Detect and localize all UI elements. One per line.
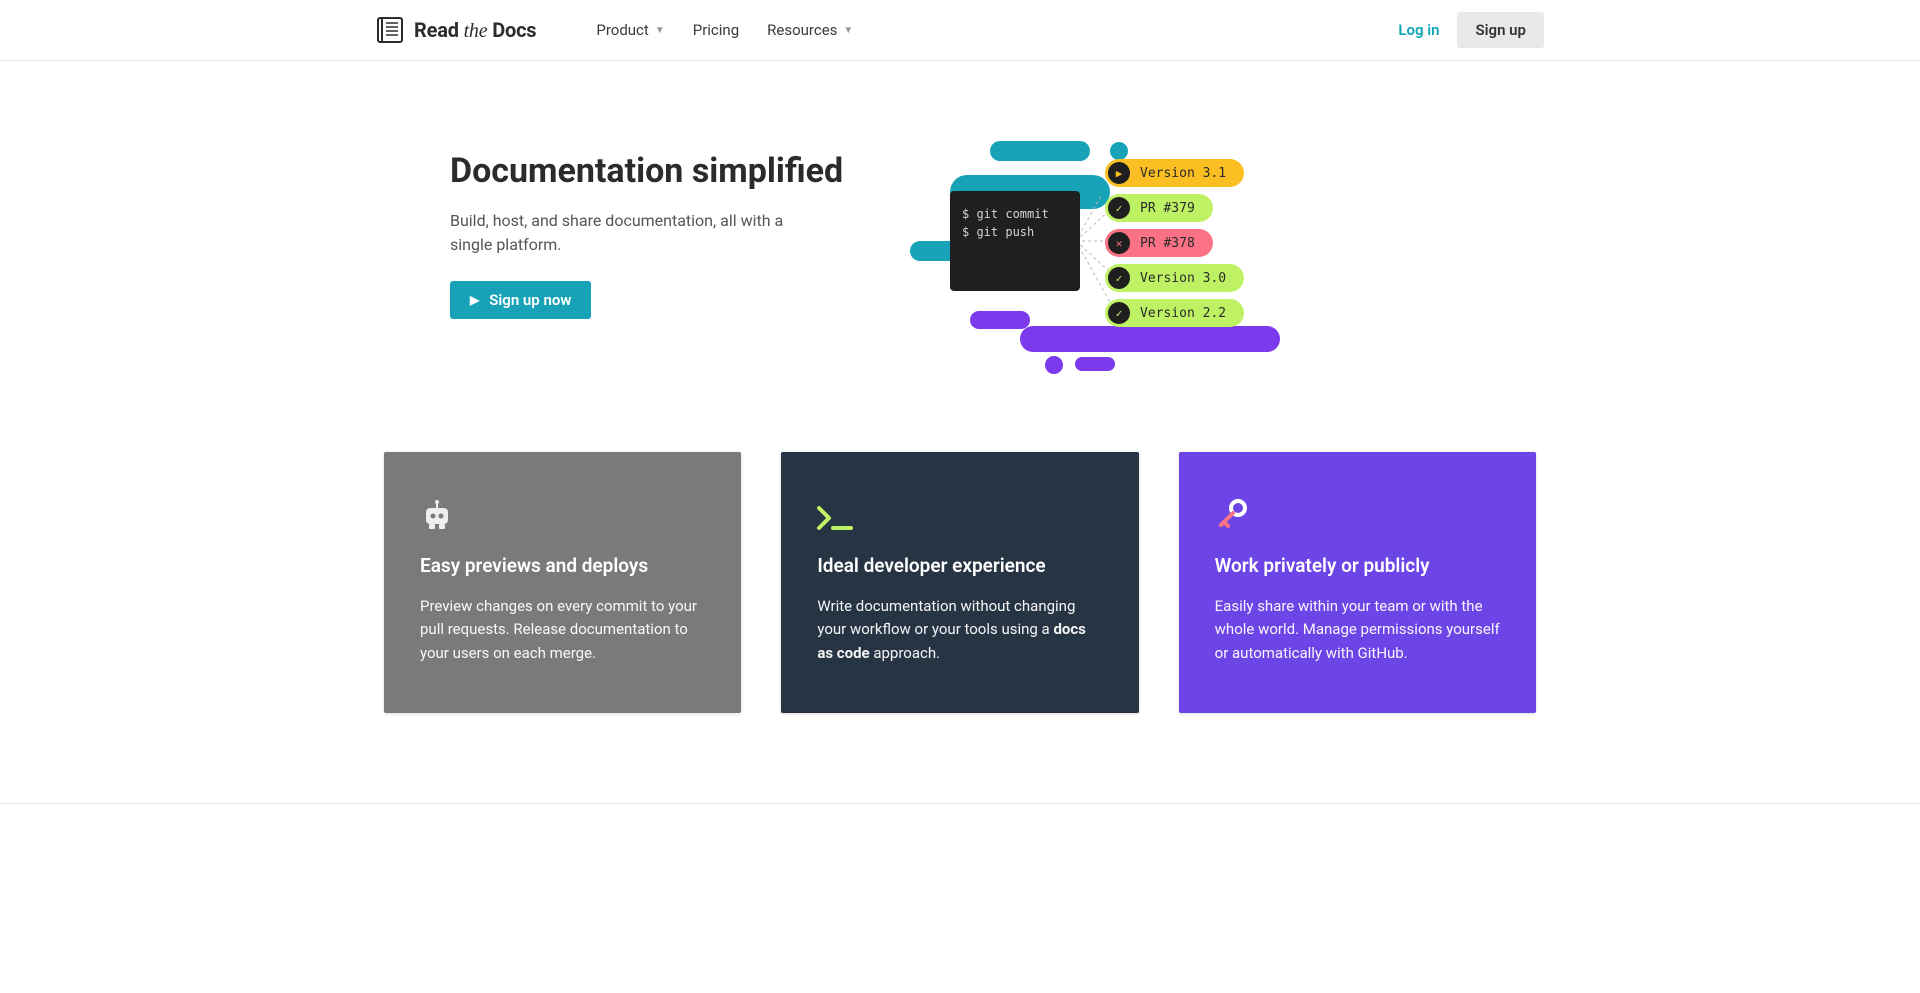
feature-title: Ideal developer experience xyxy=(817,554,1102,577)
feature-body: Write documentation without changing you… xyxy=(817,595,1102,665)
terminal-line: $ git push xyxy=(962,223,1068,241)
nav-resources-label: Resources xyxy=(767,21,837,39)
signup-button[interactable]: Sign up xyxy=(1457,12,1544,48)
hero-section: Documentation simplified Build, host, an… xyxy=(360,61,1560,451)
version-pill: ✓ Version 3.0 xyxy=(1105,264,1244,292)
book-icon xyxy=(376,17,404,43)
robot-icon xyxy=(420,496,705,532)
pill-label: Version 3.0 xyxy=(1140,271,1226,286)
section-divider xyxy=(0,803,1920,804)
chevron-down-icon: ▼ xyxy=(655,25,665,36)
terminal-snippet: $ git commit $ git push xyxy=(950,191,1080,291)
terminal-line: $ git commit xyxy=(962,205,1068,223)
top-navigation: Read the Docs Product ▼ Pricing Resource… xyxy=(0,0,1920,61)
feature-card-previews: Easy previews and deploys Preview change… xyxy=(384,452,741,713)
hero-illustration: $ git commit $ git push ▶ Version 3.1 ✓ PR … xyxy=(910,151,1544,381)
nav-product-label: Product xyxy=(596,21,648,39)
check-icon: ✓ xyxy=(1108,197,1130,219)
play-icon: ▶ xyxy=(470,293,479,307)
nav-pricing[interactable]: Pricing xyxy=(693,21,739,39)
version-pill: ▶ Version 3.1 xyxy=(1105,159,1244,187)
hero-subtitle: Build, host, and share documentation, al… xyxy=(450,209,790,257)
login-link[interactable]: Log in xyxy=(1398,21,1439,39)
prompt-icon xyxy=(817,496,1102,532)
hero-title: Documentation simplified xyxy=(450,151,870,191)
features-section: Easy previews and deploys Preview change… xyxy=(0,451,1920,773)
feature-body: Preview changes on every commit to your … xyxy=(420,595,705,665)
pill-label: Version 3.1 xyxy=(1140,166,1226,181)
check-icon: ✓ xyxy=(1108,267,1130,289)
pill-label: PR #379 xyxy=(1140,201,1195,216)
nav-pricing-label: Pricing xyxy=(693,21,739,39)
check-icon: ✓ xyxy=(1108,302,1130,324)
primary-nav: Product ▼ Pricing Resources ▼ xyxy=(596,21,853,39)
feature-body: Easily share within your team or with th… xyxy=(1215,595,1500,665)
pill-label: PR #378 xyxy=(1140,236,1195,251)
play-icon: ▶ xyxy=(1108,162,1130,184)
x-icon: ✕ xyxy=(1108,232,1130,254)
nav-product[interactable]: Product ▼ xyxy=(596,21,664,39)
version-pill: ✓ Version 2.2 xyxy=(1105,299,1244,327)
brand-logo[interactable]: Read the Docs xyxy=(376,17,536,43)
key-icon xyxy=(1215,496,1500,532)
chevron-down-icon: ▼ xyxy=(843,25,853,36)
pill-label: Version 2.2 xyxy=(1140,306,1226,321)
feature-card-developer: Ideal developer experience Write documen… xyxy=(781,452,1138,713)
feature-card-privacy: Work privately or publicly Easily share … xyxy=(1179,452,1536,713)
nav-resources[interactable]: Resources ▼ xyxy=(767,21,853,39)
cta-label: Sign up now xyxy=(489,291,571,309)
version-pill: ✕ PR #378 xyxy=(1105,229,1213,257)
feature-title: Work privately or publicly xyxy=(1215,554,1500,577)
signup-now-button[interactable]: ▶ Sign up now xyxy=(450,281,591,319)
version-pill: ✓ PR #379 xyxy=(1105,194,1213,222)
brand-name: Read the Docs xyxy=(414,18,536,43)
feature-title: Easy previews and deploys xyxy=(420,554,705,577)
